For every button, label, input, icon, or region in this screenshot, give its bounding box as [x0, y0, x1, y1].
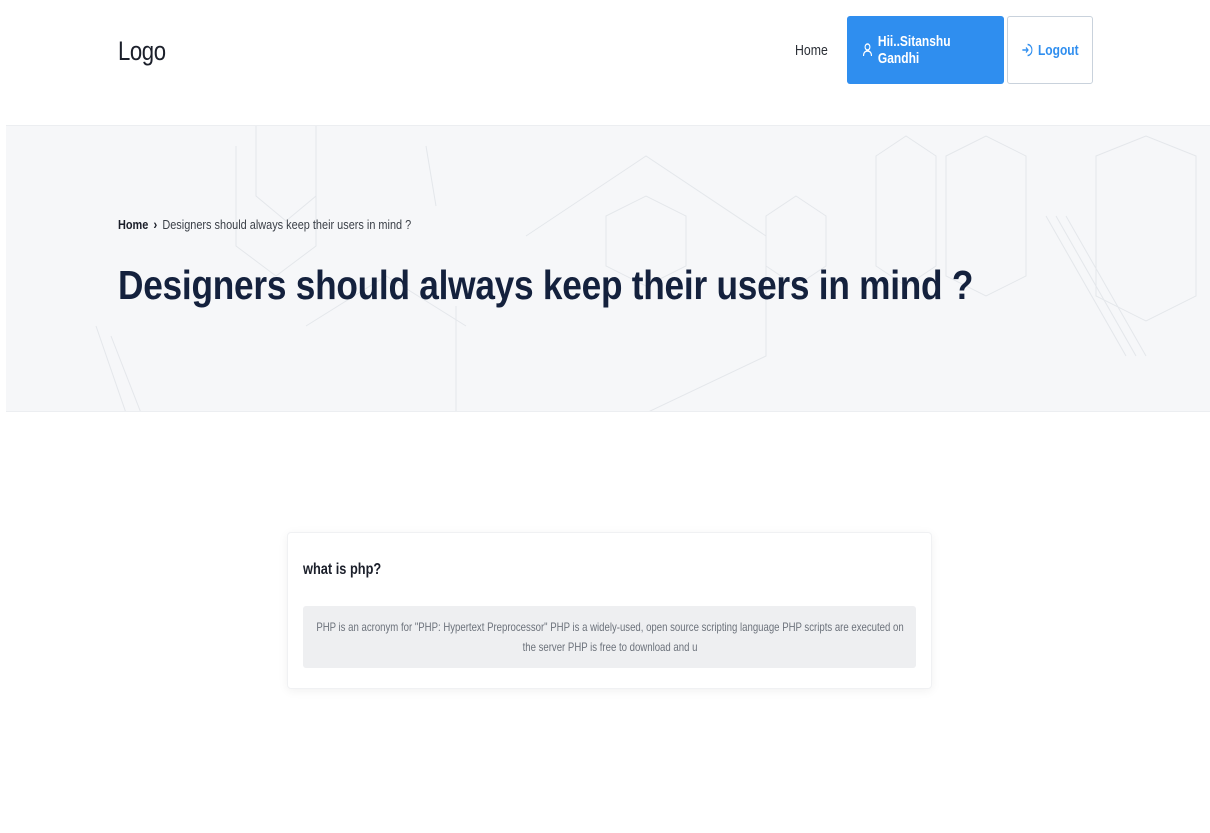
breadcrumb-home-link[interactable]: Home — [118, 217, 148, 232]
logo[interactable]: Logo — [118, 36, 166, 67]
nav-home-link[interactable]: Home — [795, 42, 828, 59]
site-header: Logo Home Hii..Sitanshu Gandhi Logout — [0, 0, 1210, 125]
logout-icon — [1021, 43, 1033, 57]
page-title: Designers should always keep their users… — [118, 262, 974, 308]
breadcrumb-current: Designers should always keep their users… — [162, 216, 412, 232]
user-profile-button[interactable]: Hii..Sitanshu Gandhi — [847, 16, 1004, 84]
breadcrumb: Home › Designers should always keep thei… — [118, 216, 411, 232]
answer-text: PHP is an acronym for "PHP: Hypertext Pr… — [315, 620, 904, 654]
chevron-right-icon: › — [153, 216, 158, 232]
answer-box: PHP is an acronym for "PHP: Hypertext Pr… — [303, 606, 916, 668]
logout-button[interactable]: Logout — [1007, 16, 1093, 84]
hero-banner: Home › Designers should always keep thei… — [6, 125, 1210, 412]
question-title: what is php? — [303, 561, 382, 578]
logout-button-label: Logout — [1038, 41, 1079, 59]
user-icon — [862, 43, 873, 57]
question-card: what is php? PHP is an acronym for "PHP:… — [287, 532, 932, 689]
user-button-label: Hii..Sitanshu Gandhi — [877, 33, 951, 67]
